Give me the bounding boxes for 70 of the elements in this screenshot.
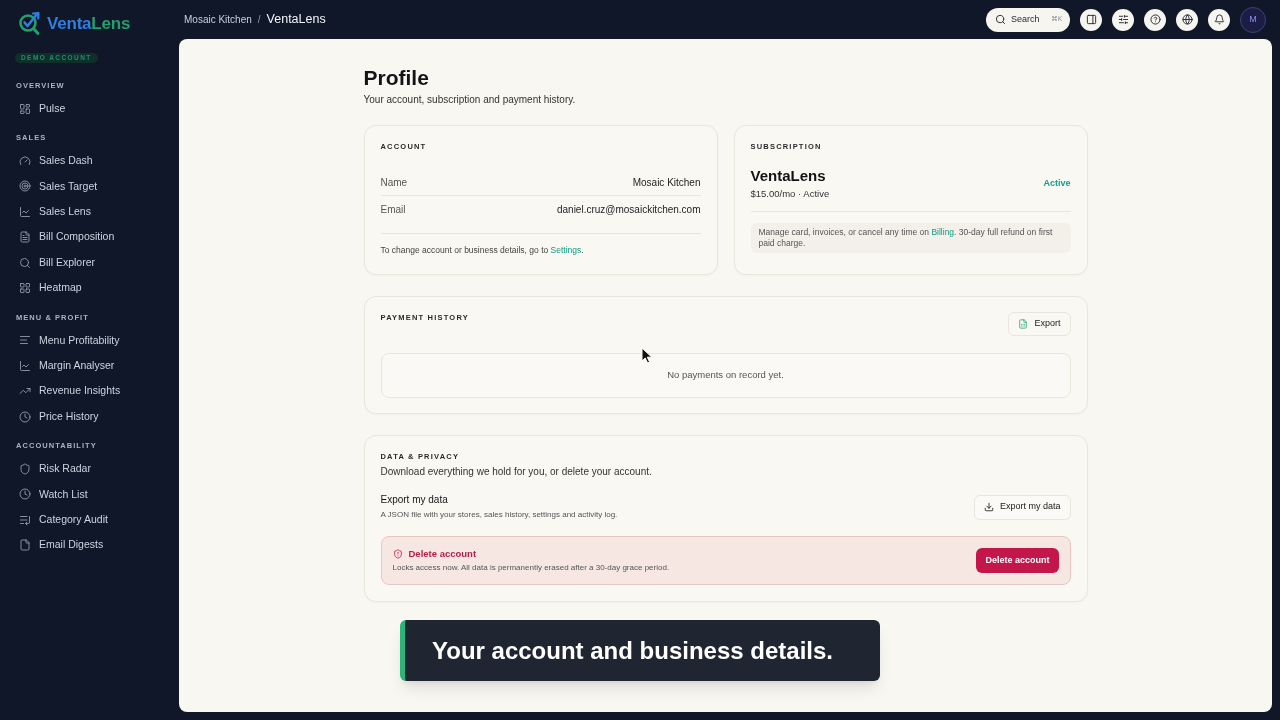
document-icon <box>19 231 31 244</box>
clock-icon <box>19 488 31 501</box>
search-icon <box>19 256 31 269</box>
download-icon <box>983 502 994 512</box>
bell-icon <box>1213 14 1225 25</box>
panel-icon <box>1085 14 1097 25</box>
sidebar-item[interactable]: Price History <box>19 403 99 430</box>
export-description: A JSON file with your stores, sales history, settings and activity log. <box>380 509 618 521</box>
sidebar-item[interactable]: Watch List <box>19 481 88 508</box>
account-note: To change account or business details, go to Settings. <box>380 244 584 256</box>
sidebar-item[interactable]: Category Audit <box>19 507 108 533</box>
brand-name: VentaLens <box>47 13 131 35</box>
export-button[interactable]: Export <box>1008 312 1071 336</box>
export-title: Export my data <box>380 493 448 507</box>
field-value: Mosaic Kitchen <box>632 175 701 190</box>
toolbar-button[interactable] <box>1208 8 1230 31</box>
spreadsheet-icon <box>1018 319 1029 329</box>
target-icon <box>19 180 31 193</box>
breadcrumb-current: VentaLens <box>266 11 326 29</box>
sidebar-item[interactable]: Risk Radar <box>19 456 91 482</box>
lines-icon <box>19 334 31 347</box>
sidebar-item[interactable]: Bill Composition <box>19 224 115 250</box>
section-description: Download everything we hold for you, or delete your account. <box>380 465 652 479</box>
help-icon <box>1149 14 1161 25</box>
field-label: Email <box>380 202 406 217</box>
field-value: daniel.cruz@mosaickitchen.com <box>556 202 701 217</box>
grid-icon <box>19 282 31 295</box>
status-label: Active <box>1043 176 1071 190</box>
toolbar-button[interactable] <box>1176 8 1198 31</box>
list-icon <box>19 513 31 526</box>
sidebar-item[interactable]: Menu Profitability <box>19 327 120 354</box>
caption-text: Your account and business details. <box>432 635 833 666</box>
field-label: Name <box>380 175 408 190</box>
sidebar-item[interactable]: Revenue Insights <box>19 378 121 404</box>
globe-icon <box>1181 14 1193 25</box>
gauge-icon <box>19 155 31 168</box>
sidebar-item[interactable]: Heatmap <box>19 275 82 301</box>
breadcrumb-separator: / <box>257 13 261 28</box>
avatar-button[interactable]: M <box>1240 6 1266 33</box>
sliders-icon <box>1117 14 1129 25</box>
sidebar-item[interactable]: Sales Target <box>19 173 98 200</box>
search-icon <box>995 14 1006 25</box>
sidebar-item[interactable]: Pulse <box>19 96 66 122</box>
page-subtitle: Your account, subscription and payment history. <box>363 93 576 107</box>
clock-icon <box>19 410 31 423</box>
file-icon <box>19 539 31 552</box>
toolbar-button[interactable] <box>1080 8 1102 31</box>
toolbar-button[interactable] <box>1144 8 1166 31</box>
delete-title: Delete account <box>408 547 477 561</box>
toolbar-button[interactable] <box>1112 8 1134 31</box>
logo-icon <box>18 12 41 36</box>
delete-description: Locks access now. All data is permanently erased after a 30-day grace period. <box>392 562 670 574</box>
billing-note: Manage card, invoices, or cancel any time on Billing. 30-day full refund on first paid charge. <box>758 227 1054 249</box>
plan-name: VentaLens <box>750 166 826 186</box>
sidebar-item[interactable]: Sales Lens <box>19 199 91 225</box>
plan-price: $15.00/mo · Active <box>750 187 830 201</box>
line-chart-icon <box>19 205 31 218</box>
delete-account-button[interactable]: Delete account <box>976 548 1059 573</box>
sidebar-item[interactable]: Margin Analyser <box>19 353 115 379</box>
dashboard-icon <box>19 102 31 115</box>
sidebar-item[interactable]: Bill Explorer <box>19 249 96 276</box>
sidebar-item[interactable]: Email Digests <box>19 532 104 558</box>
breadcrumb-link[interactable]: Mosaic Kitchen <box>184 12 252 28</box>
export-data-button[interactable]: Export my data <box>973 494 1071 520</box>
shield-icon <box>19 463 31 475</box>
sidebar-item[interactable]: Sales Dash <box>19 148 93 174</box>
page-title: Profile <box>363 65 429 91</box>
empty-message: No payments on record yet. <box>667 368 784 383</box>
line-chart-icon <box>19 359 31 372</box>
shield-alert-icon <box>392 549 403 559</box>
